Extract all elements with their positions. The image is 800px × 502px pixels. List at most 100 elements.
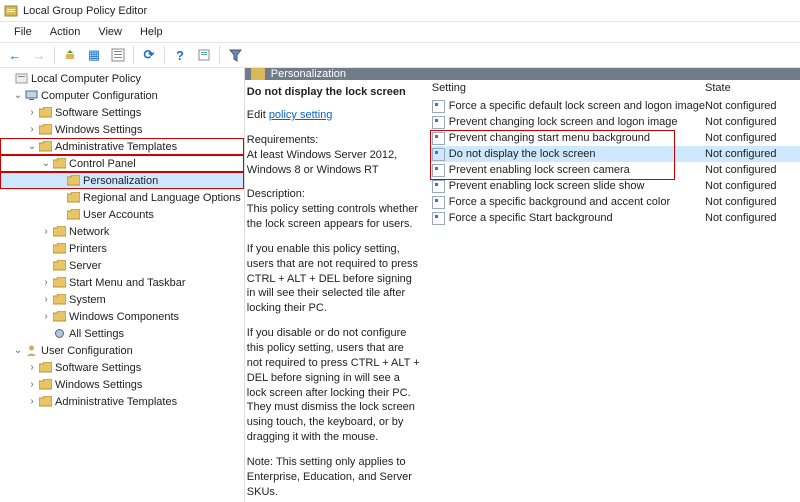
list-item[interactable]: Force a specific Start background Not co… [430, 210, 800, 226]
list-item[interactable]: Prevent enabling lock screen slide show … [430, 178, 800, 194]
computer-icon [24, 89, 38, 103]
tree-user-config[interactable]: ⌄ User Configuration [0, 342, 244, 359]
show-hide-tree-button[interactable]: ▦ [83, 44, 105, 66]
tree-label: Network [69, 226, 109, 238]
menu-help[interactable]: Help [132, 24, 171, 40]
filter-button[interactable] [224, 44, 246, 66]
setting-state: Not configured [705, 212, 800, 224]
collapse-icon[interactable]: ⌄ [12, 90, 24, 101]
setting-state: Not configured [705, 100, 800, 112]
tree-windows-settings[interactable]: › Windows Settings [0, 121, 244, 138]
expand-icon[interactable]: › [26, 379, 38, 390]
list-item[interactable]: Prevent enabling lock screen camera Not … [430, 162, 800, 178]
list-item[interactable]: Force a specific background and accent c… [430, 194, 800, 210]
tree-windows-components[interactable]: › Windows Components [0, 308, 244, 325]
tree-label: Administrative Templates [55, 396, 177, 408]
list-header[interactable]: Setting State [430, 82, 800, 94]
folder-icon [52, 259, 66, 273]
list-item[interactable]: Do not display the lock screen Not confi… [430, 146, 800, 162]
policy-icon [432, 196, 445, 209]
expand-icon[interactable]: › [40, 277, 52, 288]
separator [219, 46, 220, 64]
tree-personalization[interactable]: Personalization [0, 172, 244, 189]
help-button[interactable]: ? [169, 44, 191, 66]
tree-label: All Settings [69, 328, 124, 340]
tree-label: Start Menu and Taskbar [69, 277, 186, 289]
policy-icon [432, 148, 445, 161]
main-area: Local Computer Policy ⌄ Computer Configu… [0, 68, 800, 502]
title-bar: Local Group Policy Editor [0, 0, 800, 22]
column-state[interactable]: State [705, 82, 800, 94]
folder-icon [66, 174, 80, 188]
properties-button[interactable] [193, 44, 215, 66]
expand-icon[interactable]: › [26, 396, 38, 407]
tree-label: Windows Settings [55, 124, 142, 136]
folder-icon [66, 191, 80, 205]
policy-icon [432, 132, 445, 145]
tree-network[interactable]: › Network [0, 223, 244, 240]
menu-file[interactable]: File [6, 24, 40, 40]
tree-u-admin[interactable]: › Administrative Templates [0, 393, 244, 410]
policy-icon [432, 100, 445, 113]
tree-system[interactable]: › System [0, 291, 244, 308]
folder-icon [66, 208, 80, 222]
tree-software-settings[interactable]: › Software Settings [0, 104, 244, 121]
toolbar: ← → ▦ ⟳ ? [0, 42, 800, 68]
tree-root[interactable]: Local Computer Policy [0, 70, 244, 87]
setting-name: Force a specific Start background [449, 212, 705, 224]
collapse-icon[interactable]: ⌄ [26, 141, 38, 152]
list-item[interactable]: Force a specific default lock screen and… [430, 98, 800, 114]
separator [54, 46, 55, 64]
tree-u-windows[interactable]: › Windows Settings [0, 376, 244, 393]
expand-icon[interactable]: › [26, 362, 38, 373]
setting-state: Not configured [705, 196, 800, 208]
description-paragraph: If you enable this policy setting, users… [247, 242, 422, 316]
tree-control-panel[interactable]: ⌄ Control Panel [0, 155, 244, 172]
tree-label: Software Settings [55, 362, 141, 374]
tree-pane[interactable]: Local Computer Policy ⌄ Computer Configu… [0, 68, 245, 502]
view-list-button[interactable] [107, 44, 129, 66]
tree-label: Control Panel [69, 158, 136, 170]
refresh-button[interactable]: ⟳ [138, 44, 160, 66]
back-button[interactable]: ← [4, 44, 26, 66]
collapse-icon[interactable]: ⌄ [12, 345, 24, 356]
expand-icon[interactable]: › [40, 311, 52, 322]
expand-icon[interactable]: › [40, 226, 52, 237]
menu-view[interactable]: View [90, 24, 130, 40]
menu-action[interactable]: Action [42, 24, 89, 40]
tree-computer-config[interactable]: ⌄ Computer Configuration [0, 87, 244, 104]
collapse-icon[interactable]: ⌄ [40, 158, 52, 169]
tree-u-software[interactable]: › Software Settings [0, 359, 244, 376]
column-setting[interactable]: Setting [430, 82, 705, 94]
description-block: Description: This policy setting control… [247, 187, 422, 232]
folder-icon [38, 106, 52, 120]
requirements-label: Requirements: [247, 134, 319, 146]
folder-icon [52, 242, 66, 256]
settings-list[interactable]: Setting State Force a specific default l… [430, 80, 800, 502]
folder-icon [38, 361, 52, 375]
edit-policy-link[interactable]: policy setting [269, 109, 333, 121]
expand-icon[interactable]: › [26, 124, 38, 135]
tree-all-settings[interactable]: All Settings [0, 325, 244, 342]
up-button[interactable] [59, 44, 81, 66]
setting-state: Not configured [705, 132, 800, 144]
tree-label: System [69, 294, 106, 306]
setting-name: Prevent enabling lock screen slide show [449, 180, 705, 192]
expand-icon[interactable]: › [40, 294, 52, 305]
tree-user-accounts[interactable]: User Accounts [0, 206, 244, 223]
policy-icon [432, 212, 445, 225]
tree-admin-templates[interactable]: ⌄ Administrative Templates [0, 138, 244, 155]
expand-icon[interactable]: › [26, 107, 38, 118]
tree-printers[interactable]: Printers [0, 240, 244, 257]
list-item[interactable]: Prevent changing start menu background N… [430, 130, 800, 146]
menu-bar: File Action View Help [0, 22, 800, 42]
tree-label: Server [69, 260, 101, 272]
list-item[interactable]: Prevent changing lock screen and logon i… [430, 114, 800, 130]
folder-icon [251, 68, 265, 80]
tree-server[interactable]: Server [0, 257, 244, 274]
separator [133, 46, 134, 64]
folder-icon [52, 310, 66, 324]
policy-icon [432, 180, 445, 193]
tree-regional[interactable]: Regional and Language Options [0, 189, 244, 206]
tree-start-menu[interactable]: › Start Menu and Taskbar [0, 274, 244, 291]
